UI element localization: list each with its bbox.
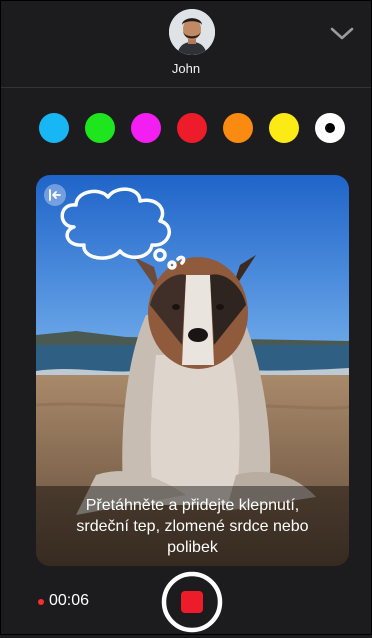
color-swatch-blue[interactable]	[39, 113, 69, 143]
color-swatch-red[interactable]	[177, 113, 207, 143]
color-swatch-magenta[interactable]	[131, 113, 161, 143]
stop-record-icon	[161, 571, 223, 633]
color-palette	[1, 113, 371, 147]
recording-timer: 00:06	[49, 592, 90, 609]
contact-header: John	[1, 1, 371, 88]
drawing-canvas[interactable]: Přetáhněte a přidejte klepnutí, srdeční …	[36, 175, 349, 566]
instruction-text: Přetáhněte a přidejte klepnutí, srdeční …	[76, 496, 309, 556]
back-button[interactable]	[44, 184, 66, 206]
color-swatch-green[interactable]	[85, 113, 115, 143]
arrow-left-to-bar-icon	[49, 189, 61, 201]
instruction-overlay: Přetáhněte a přidejte klepnutí, srdeční …	[36, 486, 349, 566]
color-swatch-orange[interactable]	[223, 113, 253, 143]
recording-indicator	[38, 599, 44, 605]
person-avatar-icon	[169, 9, 215, 55]
color-swatch-yellow[interactable]	[269, 113, 299, 143]
chevron-down-icon	[330, 27, 354, 40]
color-swatch-white[interactable]	[315, 113, 345, 143]
collapse-button[interactable]	[329, 23, 355, 43]
avatar[interactable]	[169, 9, 215, 55]
record-stop-button[interactable]	[161, 571, 223, 633]
contact-name: John	[171, 61, 201, 76]
